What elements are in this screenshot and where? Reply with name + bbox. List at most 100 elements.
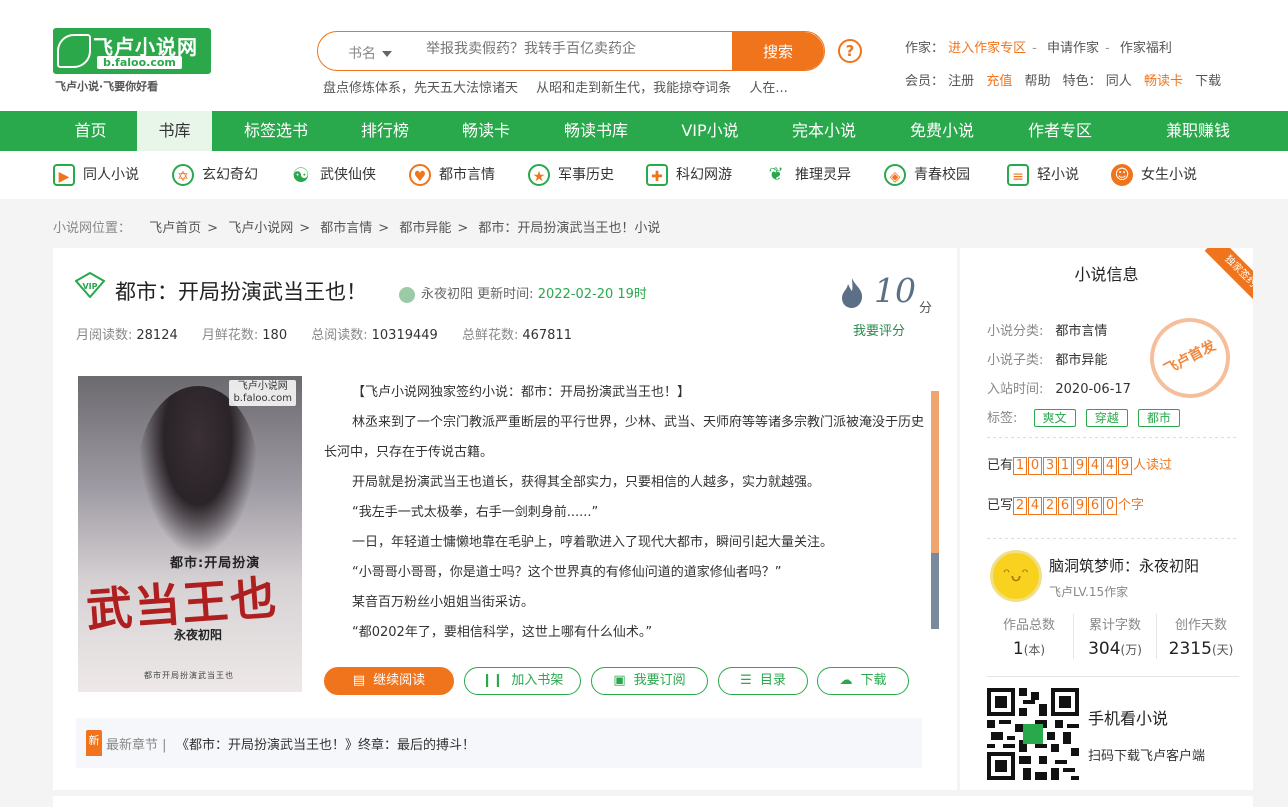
search-button[interactable]: 搜索	[732, 32, 824, 70]
tag-item[interactable]: 都市	[1137, 409, 1180, 427]
writer-name[interactable]: 脑洞筑梦师：永夜初阳	[1049, 555, 1199, 576]
writer-links: 作家： 进入作家专区 - 申请作家 - 作家福利	[905, 41, 1172, 56]
category-light-novel[interactable]: ≡ 轻小说	[1007, 163, 1079, 187]
hot-search-item[interactable]: 从昭和走到新生代，我能掠夺词条	[536, 81, 731, 96]
search-input[interactable]	[426, 41, 726, 57]
search-box: 书名 搜索	[317, 31, 825, 71]
info-category: 小说分类: 都市言情	[987, 324, 1108, 339]
vip-icon: VIP	[75, 272, 105, 298]
nav-library[interactable]: 书库	[137, 111, 212, 151]
logo-url: b.faloo.com	[97, 56, 182, 69]
author-avatar-icon	[399, 286, 415, 303]
hot-search-item[interactable]: 盘点修炼体系，先天五大法惊诸天	[323, 81, 518, 96]
score-unit: 分	[919, 301, 933, 316]
girl-icon: ☺	[1111, 164, 1133, 186]
info-date: 入站时间: 2020-06-17	[987, 382, 1131, 397]
total-words: 累计字数 304(万)	[1073, 614, 1157, 659]
site-logo[interactable]: 飞卢小说网 b.faloo.com 飞卢小说·飞要你好看	[53, 28, 211, 94]
divider	[987, 538, 1239, 539]
hot-search-item[interactable]: 人在...	[749, 81, 787, 96]
intro-scrollbar[interactable]	[931, 391, 939, 629]
nav-part-time[interactable]: 兼职赚钱	[1154, 111, 1242, 151]
total-reads: 10319449	[371, 328, 438, 343]
nav-read-library[interactable]: 畅读书库	[552, 111, 640, 151]
book-cover[interactable]: 飞卢小说网 b.faloo.com 都市:开局扮演 武当王也 永夜初阳 都市开局扮…	[78, 376, 302, 692]
breadcrumb-label: 小说网位置：	[53, 221, 132, 236]
heart-icon: ♥	[409, 164, 431, 186]
category-campus[interactable]: ◈ 青春校园	[884, 163, 970, 187]
category-wuxia[interactable]: ☯ 武侠仙侠	[290, 163, 376, 187]
score-value: 10	[874, 271, 916, 310]
help-link[interactable]: 帮助	[1024, 74, 1050, 89]
search-category-select[interactable]: 书名	[348, 43, 392, 63]
help-icon[interactable]: ?	[838, 39, 862, 63]
subscribe-button[interactable]: ▣ 我要订阅	[591, 667, 708, 695]
breadcrumb-item[interactable]: 都市言情	[320, 221, 372, 236]
breadcrumb-item[interactable]: 飞卢小说网	[228, 221, 293, 236]
nav-free[interactable]: 免费小说	[898, 111, 986, 151]
word-count: 已写 2 4 2 6 9 6 0 个字	[987, 497, 1145, 515]
writer-avatar[interactable]: ᵔᴗᵔ	[990, 550, 1042, 602]
download-link[interactable]: 下载	[1195, 74, 1221, 89]
rate-button[interactable]: 我要评分	[853, 320, 905, 339]
fanfic-link[interactable]: 同人	[1106, 74, 1132, 89]
add-to-shelf-button[interactable]: ❙❙ 加入书架	[464, 667, 581, 695]
author-name[interactable]: 永夜初阳	[421, 287, 473, 302]
tag-item[interactable]: 爽文	[1033, 409, 1076, 427]
nav-tag-select[interactable]: 标签选书	[232, 111, 320, 151]
read-card-link[interactable]: 畅读卡	[1144, 74, 1183, 89]
breadcrumb-item[interactable]: 飞卢首页	[149, 221, 201, 236]
catalog-button[interactable]: ☰ 目录	[718, 667, 808, 695]
writing-days: 创作天数 2315(天)	[1168, 618, 1234, 659]
svg-text:VIP: VIP	[82, 282, 97, 291]
nav-read-card[interactable]: 畅读卡	[450, 111, 522, 151]
recharge-link[interactable]: 充值	[986, 74, 1012, 89]
qr-subtitle: 扫码下载飞卢客户端	[1088, 749, 1206, 764]
qr-title: 手机看小说	[1088, 709, 1169, 728]
book-intro: 【飞卢小说网独家签约小说：都市：开局扮演武当王也！】 林丞来到了一个宗门教派严重…	[324, 385, 925, 638]
new-tag: 新	[86, 730, 102, 756]
chevron-down-icon	[382, 51, 392, 57]
works-count: 作品总数 1(本)	[1002, 618, 1055, 659]
nav-home[interactable]: 首页	[53, 111, 128, 151]
scrollbar-track	[931, 553, 939, 629]
apply-writer-link[interactable]: 申请作家	[1047, 41, 1099, 56]
category-fanfic[interactable]: ▶ 同人小说	[53, 163, 139, 187]
writer-welfare-link[interactable]: 作家福利	[1120, 41, 1172, 56]
cover-publisher: 飞卢小说网 b.faloo.com	[229, 380, 296, 406]
latest-chapter-link[interactable]: 《都市：开局扮演武当王也！》终章：最后的搏斗！	[176, 734, 475, 753]
update-label: 更新时间:	[477, 287, 534, 302]
feature-label: 特色：	[1062, 74, 1102, 89]
bookshelf-icon: ❙❙	[481, 673, 504, 688]
author-line: 永夜初阳 更新时间: 2022-02-20 19时	[399, 283, 647, 303]
nav-vip[interactable]: VIP小说	[667, 111, 753, 151]
category-fantasy[interactable]: ✡ 玄幻奇幻	[172, 163, 258, 187]
breadcrumb-item[interactable]: 都市异能	[399, 221, 451, 236]
register-link[interactable]: 注册	[948, 74, 974, 89]
continue-reading-button[interactable]: ▤ 继续阅读	[324, 667, 454, 695]
download-button[interactable]: ☁ 下载	[817, 667, 909, 695]
nav-completed[interactable]: 完本小说	[780, 111, 868, 151]
category-scifi[interactable]: ✚ 科幻网游	[646, 163, 732, 187]
bottom-section	[53, 796, 1253, 807]
book-title: 都市：开局扮演武当王也！	[115, 280, 367, 304]
scrollbar-thumb[interactable]	[931, 391, 939, 553]
divider	[987, 437, 1239, 438]
logo-box: 飞卢小说网 b.faloo.com	[53, 28, 211, 74]
latest-chapter-bar: 新 最新章节 | 《都市：开局扮演武当王也！》终章：最后的搏斗！	[76, 718, 922, 768]
category-military[interactable]: ★ 军事历史	[528, 163, 614, 187]
nav-ranking[interactable]: 排行榜	[349, 111, 421, 151]
latest-chapter-label: 最新章节 |	[106, 738, 167, 753]
category-mystery[interactable]: ❦ 推理灵异	[765, 163, 851, 187]
category-female[interactable]: ☺ 女生小说	[1111, 163, 1197, 187]
cover-footer: 都市开局扮演武当王也	[144, 671, 234, 680]
nav-author-zone[interactable]: 作者专区	[1016, 111, 1104, 151]
enter-writer-zone-link[interactable]: 进入作家专区	[948, 41, 1026, 56]
tag-item[interactable]: 穿越	[1085, 409, 1128, 427]
sliders-icon: ≡	[1007, 164, 1029, 186]
logo-glyph-icon	[57, 34, 91, 68]
category-urban[interactable]: ♥ 都市言情	[409, 163, 495, 187]
breadcrumb: 小说网位置： 飞卢首页 > 飞卢小说网 > 都市言情 > 都市异能 > 都市：开局扮演武…	[53, 221, 661, 236]
star-badge-icon: ★	[528, 164, 550, 186]
qr-code-icon[interactable]	[987, 688, 1079, 780]
